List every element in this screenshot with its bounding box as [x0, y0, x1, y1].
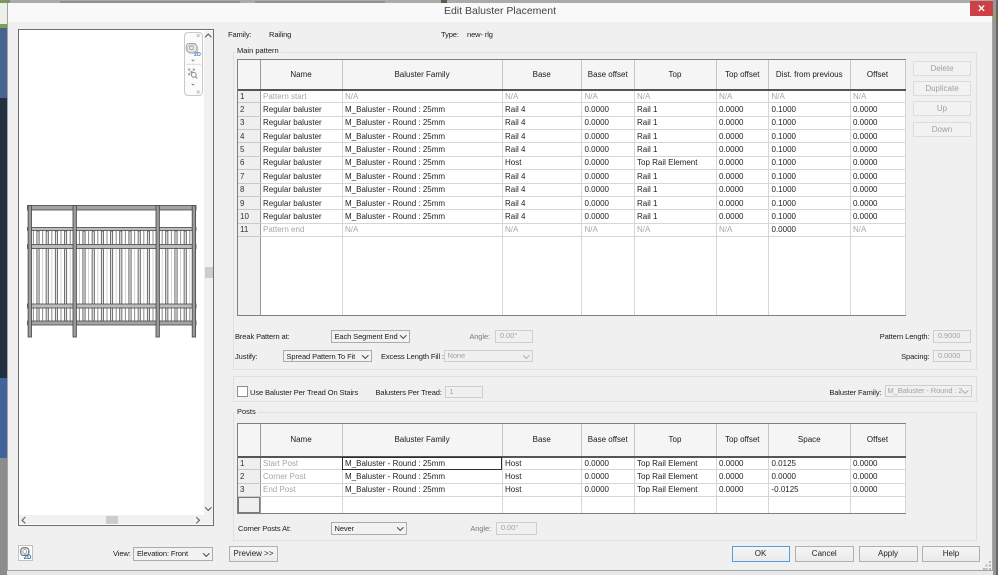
svg-text:2D: 2D: [194, 52, 201, 58]
svg-text:2D: 2D: [24, 554, 32, 560]
